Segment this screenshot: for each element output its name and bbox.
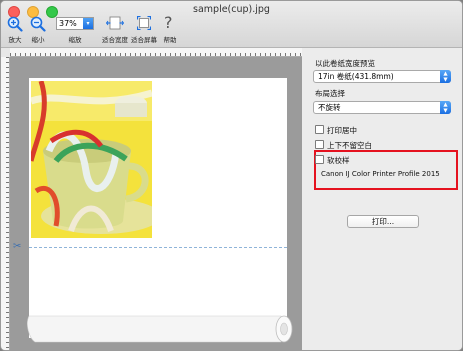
fit-screen-icon — [137, 16, 151, 30]
vertical-ruler — [1, 57, 10, 350]
preview-width-label: 以此卷纸宽度预览 — [315, 59, 375, 68]
toolbar: sample(cup).jpg 放大 缩小 37% ▾ 缩放 适合宽度 适合屏幕… — [1, 1, 462, 48]
fit-screen-label: 适合屏幕 — [131, 36, 157, 44]
horizontal-ruler — [10, 48, 302, 57]
fit-width-label: 适合宽度 — [102, 36, 128, 44]
zoom-in-icon — [7, 16, 23, 32]
help-icon: ? — [164, 13, 173, 32]
paper-roll-end — [27, 315, 293, 343]
paper-preview — [29, 78, 287, 338]
roll-width-select[interactable]: 17in 卷纸(431.8mm) ▲ ▼ — [313, 70, 451, 83]
cup-photo-image — [31, 81, 152, 238]
preview-canvas[interactable]: ✂ — [1, 48, 302, 350]
zoom-in-label: 放大 — [8, 36, 22, 44]
ruler-corner — [1, 48, 10, 57]
layout-label: 布局选择 — [315, 89, 345, 98]
soft-proof-label: 软校样 — [327, 156, 350, 165]
window-title: sample(cup).jpg — [193, 4, 270, 15]
roll-width-value: 17in 卷纸(431.8mm) — [318, 72, 394, 81]
soft-proof-checkbox[interactable]: 软校样 — [315, 155, 350, 166]
updown-arrows-icon: ▲ ▼ — [440, 101, 451, 114]
settings-panel: 以此卷纸宽度预览 17in 卷纸(431.8mm) ▲ ▼ 布局选择 不旋转 ▲ ▼… — [303, 48, 462, 350]
rotation-value: 不旋转 — [318, 103, 341, 112]
checkbox-box[interactable] — [315, 155, 324, 164]
print-button[interactable]: 打印... — [347, 215, 419, 228]
checkbox-box[interactable] — [315, 140, 324, 149]
checkbox-box[interactable] — [315, 125, 324, 134]
scissors-icon: ✂ — [13, 241, 22, 252]
app-window: sample(cup).jpg 放大 缩小 37% ▾ 缩放 适合宽度 适合屏幕… — [0, 0, 463, 351]
zoom-label: 缩放 — [68, 36, 82, 44]
photo-thumbnail[interactable] — [31, 81, 152, 238]
fit-width-icon — [106, 16, 124, 30]
updown-arrows-icon: ▲ ▼ — [440, 70, 451, 83]
profile-name: Canon IJ Color Printer Profile 2015 — [321, 170, 440, 178]
zoom-value: 37% — [59, 19, 77, 28]
cut-line — [29, 247, 287, 248]
zoom-select[interactable]: 37% ▾ — [56, 17, 94, 30]
chevron-down-icon: ▾ — [83, 18, 93, 29]
rotation-select[interactable]: 不旋转 ▲ ▼ — [313, 101, 451, 114]
center-print-checkbox[interactable]: 打印居中 — [315, 125, 357, 136]
zoom-out-icon — [30, 16, 46, 32]
help-label: 帮助 — [163, 36, 177, 44]
no-margin-label: 上下不留空白 — [327, 141, 372, 150]
zoom-out-label: 缩小 — [31, 36, 45, 44]
center-print-label: 打印居中 — [327, 126, 357, 135]
